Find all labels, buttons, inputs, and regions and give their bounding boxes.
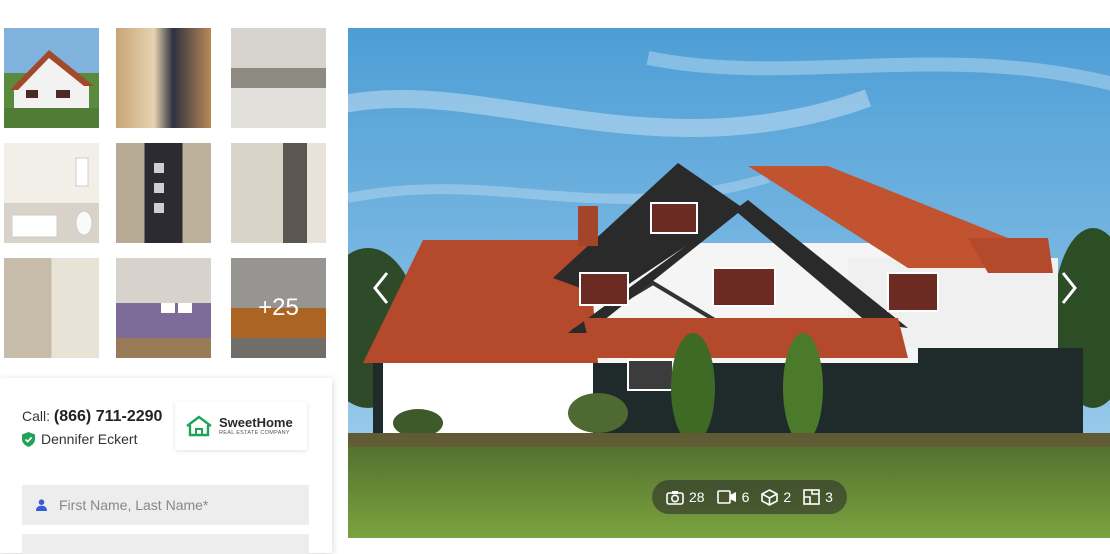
thumb-living-room[interactable] bbox=[116, 28, 211, 128]
house-logo-icon bbox=[186, 415, 212, 437]
name-input[interactable] bbox=[57, 496, 291, 514]
thumb-door[interactable] bbox=[116, 143, 211, 243]
photos-count[interactable]: 28 bbox=[666, 489, 705, 505]
video-icon bbox=[716, 490, 736, 504]
prev-arrow-button[interactable] bbox=[366, 268, 396, 308]
contact-card: Call: (866) 711-2290 Dennifer Eckert Swe… bbox=[0, 378, 332, 554]
thumb-kitchen[interactable] bbox=[231, 28, 326, 128]
thumb-bathroom-2[interactable] bbox=[231, 143, 326, 243]
chevron-left-icon bbox=[373, 272, 389, 304]
name-field[interactable] bbox=[22, 485, 309, 525]
call-line: Call: (866) 711-2290 bbox=[22, 408, 162, 426]
user-icon bbox=[36, 499, 47, 511]
next-arrow-button[interactable] bbox=[1054, 268, 1084, 308]
house-photo bbox=[348, 28, 1110, 538]
thumb-bathroom-1[interactable] bbox=[4, 143, 99, 243]
camera-icon bbox=[666, 490, 684, 505]
phone-number[interactable]: (866) 711-2290 bbox=[54, 408, 163, 425]
next-field[interactable] bbox=[22, 534, 309, 554]
thumb-bedroom-2[interactable]: +25 bbox=[231, 258, 326, 358]
call-prefix: Call: bbox=[22, 408, 51, 424]
floor-plans-count[interactable]: 3 bbox=[803, 489, 833, 505]
more-photos-label[interactable]: +25 bbox=[231, 258, 326, 358]
videos-count[interactable]: 6 bbox=[716, 489, 750, 505]
floor-plans-count-value: 3 bbox=[825, 489, 833, 505]
logo-name: SweetHome bbox=[219, 415, 293, 430]
thumb-bedroom-1[interactable] bbox=[116, 258, 211, 358]
agent-name[interactable]: Dennifer Eckert bbox=[41, 431, 137, 447]
agent-line: Dennifer Eckert bbox=[22, 431, 137, 447]
logo-subtitle: REAL ESTATE COMPANY bbox=[219, 430, 290, 436]
verified-shield-icon bbox=[22, 431, 35, 447]
chevron-right-icon bbox=[1061, 272, 1077, 304]
media-counts-bar: 28 6 2 3 bbox=[652, 480, 847, 514]
floor-plan-icon bbox=[803, 489, 820, 505]
thumb-exterior[interactable] bbox=[4, 28, 99, 128]
photos-count-value: 28 bbox=[689, 489, 705, 505]
videos-count-value: 6 bbox=[741, 489, 750, 505]
3d-tours-count[interactable]: 2 bbox=[761, 488, 792, 506]
3d-tours-count-value: 2 bbox=[783, 489, 792, 505]
cube-3d-icon bbox=[761, 488, 779, 506]
main-photo[interactable]: 28 6 2 3 bbox=[348, 28, 1110, 538]
company-logo[interactable]: SweetHome REAL ESTATE COMPANY bbox=[175, 402, 307, 450]
thumb-room[interactable] bbox=[4, 258, 99, 358]
